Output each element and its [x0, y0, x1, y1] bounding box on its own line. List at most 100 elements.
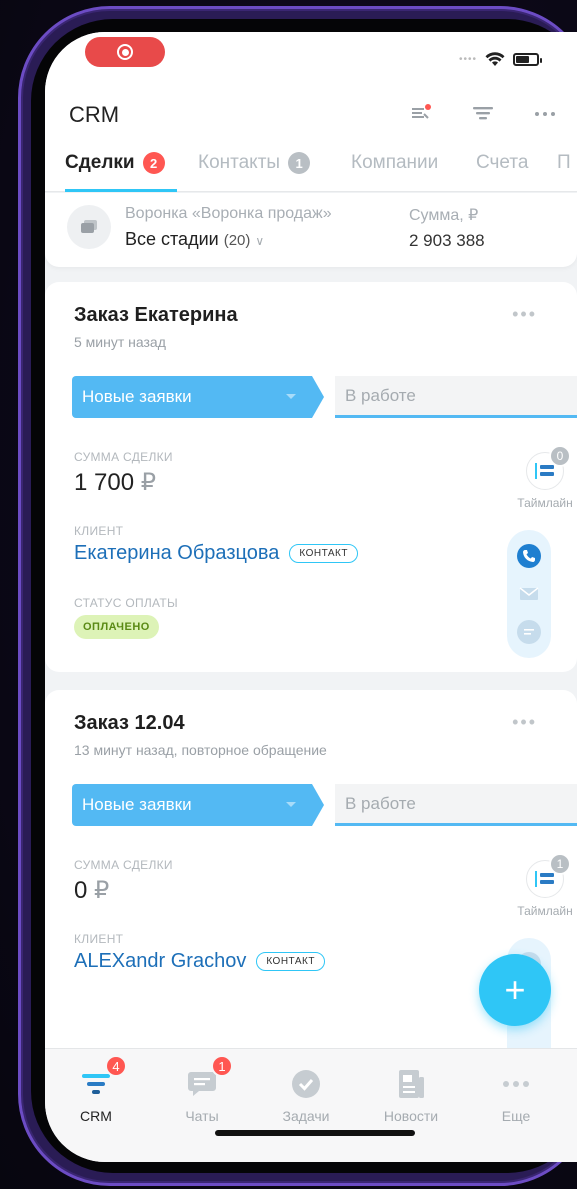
tab-count-badge: 2 [142, 152, 165, 174]
client-field-label: КЛИЕНТ [74, 932, 124, 946]
nav-label: Еще [501, 1108, 531, 1124]
deal-card[interactable]: Заказ Екатерина 5 минут назад ••• Новые … [45, 282, 577, 672]
deal-time: 5 минут назад [74, 334, 166, 350]
sum-label: Сумма, ₽ [409, 207, 479, 224]
timeline-icon: 0 [526, 445, 571, 490]
nav-item-chats[interactable]: 1 Чаты [157, 1055, 247, 1124]
communication-actions [507, 530, 551, 658]
tab-invoices[interactable]: Счета [476, 152, 528, 174]
news-icon [396, 1069, 426, 1099]
sum-amount: 0 [74, 877, 88, 904]
wifi-icon [485, 52, 505, 66]
tab-label: Контакты [198, 152, 281, 173]
tab-count-badge: 1 [288, 152, 311, 174]
client-name: Екатерина Образцова [74, 542, 280, 564]
counters-icon[interactable] [407, 102, 435, 124]
deal-title: Заказ Екатерина [74, 304, 238, 326]
tab-label: Компании [351, 152, 439, 173]
deal-time: 13 минут назад, повторное обращение [74, 742, 327, 758]
currency-symbol: ₽ [140, 469, 157, 496]
nav-item-crm[interactable]: 4 CRM [51, 1055, 141, 1124]
app-header: CRM [45, 90, 577, 138]
nav-item-tasks[interactable]: Задачи [261, 1069, 351, 1124]
nav-badge: 4 [105, 1055, 127, 1077]
home-indicator[interactable] [215, 1130, 415, 1136]
nav-label: Новости [383, 1108, 439, 1124]
stage-next[interactable]: В работе [335, 376, 577, 418]
header-actions [407, 102, 559, 124]
app-screen: •••• CRM Сделки 2 Контакты 1 Компании Сч… [45, 32, 577, 1162]
tab-contacts[interactable]: Контакты 1 [198, 152, 311, 174]
stage-count: (20) [223, 232, 251, 249]
phone-icon[interactable] [517, 544, 541, 568]
timeline-label: Таймлайн [517, 904, 573, 918]
filter-icon[interactable] [469, 102, 497, 124]
deal-title: Заказ 12.04 [74, 712, 185, 734]
more-icon[interactable]: ••• [512, 304, 537, 325]
add-deal-button[interactable]: + [479, 954, 551, 1026]
screen-recording-indicator[interactable] [85, 37, 165, 67]
sum-amount: 1 700 [74, 469, 135, 496]
nav-label: Задачи [282, 1108, 330, 1124]
timeline-label: Таймлайн [517, 496, 573, 510]
timeline-button[interactable]: 1 Таймлайн [513, 853, 577, 918]
client-name: ALEXandr Grachov [74, 950, 247, 972]
sum-field-label: СУММА СДЕЛКИ [74, 450, 173, 464]
payment-field-label: СТАТУС ОПЛАТЫ [74, 596, 178, 610]
contact-tag: КОНТАКТ [256, 952, 325, 971]
nav-item-news[interactable]: Новости [366, 1069, 456, 1124]
funnel-name: Воронка «Воронка продаж» [125, 205, 332, 222]
status-icons: •••• [458, 52, 542, 67]
tab-label: П [557, 152, 571, 173]
currency-symbol: ₽ [94, 877, 110, 904]
deal-sum: 1 700 ₽ [74, 468, 156, 497]
nav-label: Чаты [185, 1108, 219, 1124]
stage-current[interactable]: Новые заявки [72, 784, 324, 826]
funnel-selector[interactable]: Воронка «Воронка продаж» Все стадии (20)… [45, 193, 577, 267]
deal-sum: 0 ₽ [74, 876, 109, 905]
sum-field-label: СУММА СДЕЛКИ [74, 858, 173, 872]
funnel-icon [67, 205, 111, 249]
contact-tag: КОНТАКТ [289, 544, 358, 563]
tab-deals[interactable]: Сделки 2 [65, 152, 165, 174]
tab-label: Счета [476, 152, 529, 173]
mail-icon[interactable] [517, 582, 541, 606]
stage-next[interactable]: В работе [335, 784, 577, 826]
page-title: CRM [69, 102, 120, 127]
sum-value: 2 903 388 [409, 231, 485, 250]
stage-label: Новые заявки [82, 387, 192, 406]
battery-icon [513, 53, 542, 66]
timeline-button[interactable]: 0 Таймлайн [513, 445, 577, 510]
more-icon [501, 1069, 531, 1099]
chevron-down-icon [286, 394, 296, 399]
client-link[interactable]: ALEXandr Grachov КОНТАКТ [74, 950, 325, 973]
timeline-count-badge: 1 [549, 853, 571, 875]
deal-card[interactable]: Заказ 12.04 13 минут назад, повторное об… [45, 690, 577, 1090]
client-link[interactable]: Екатерина Образцова КОНТАКТ [74, 542, 358, 565]
nav-item-more[interactable]: Еще [471, 1069, 561, 1124]
chevron-down-icon: ∨ [255, 234, 265, 248]
tab-more[interactable]: П [557, 152, 571, 174]
more-icon[interactable] [531, 102, 559, 124]
client-field-label: КЛИЕНТ [74, 524, 124, 538]
stage-value: Все стадии [125, 229, 219, 249]
stage-current[interactable]: Новые заявки [72, 376, 324, 418]
record-icon [117, 44, 133, 60]
bottom-navigation: 4 CRM 1 Чаты Задачи Новости Еще [45, 1048, 577, 1162]
tab-companies[interactable]: Компании [351, 152, 438, 174]
chevron-down-icon [286, 802, 296, 807]
nav-label: CRM [80, 1108, 112, 1124]
funnel-stage-select[interactable]: Все стадии (20) ∨ [125, 229, 264, 250]
message-icon[interactable] [517, 620, 541, 644]
more-icon[interactable]: ••• [512, 712, 537, 733]
tab-label: Сделки [65, 152, 135, 173]
check-icon [291, 1069, 321, 1099]
signal-icon: •••• [458, 54, 477, 65]
timeline-count-badge: 0 [549, 445, 571, 467]
timeline-icon: 1 [526, 853, 571, 898]
payment-status-badge: ОПЛАЧЕНО [74, 615, 159, 639]
status-bar: •••• [45, 32, 577, 90]
stage-label: Новые заявки [82, 795, 192, 814]
tab-bar: Сделки 2 Контакты 1 Компании Счета П [45, 138, 577, 192]
nav-badge: 1 [211, 1055, 233, 1077]
